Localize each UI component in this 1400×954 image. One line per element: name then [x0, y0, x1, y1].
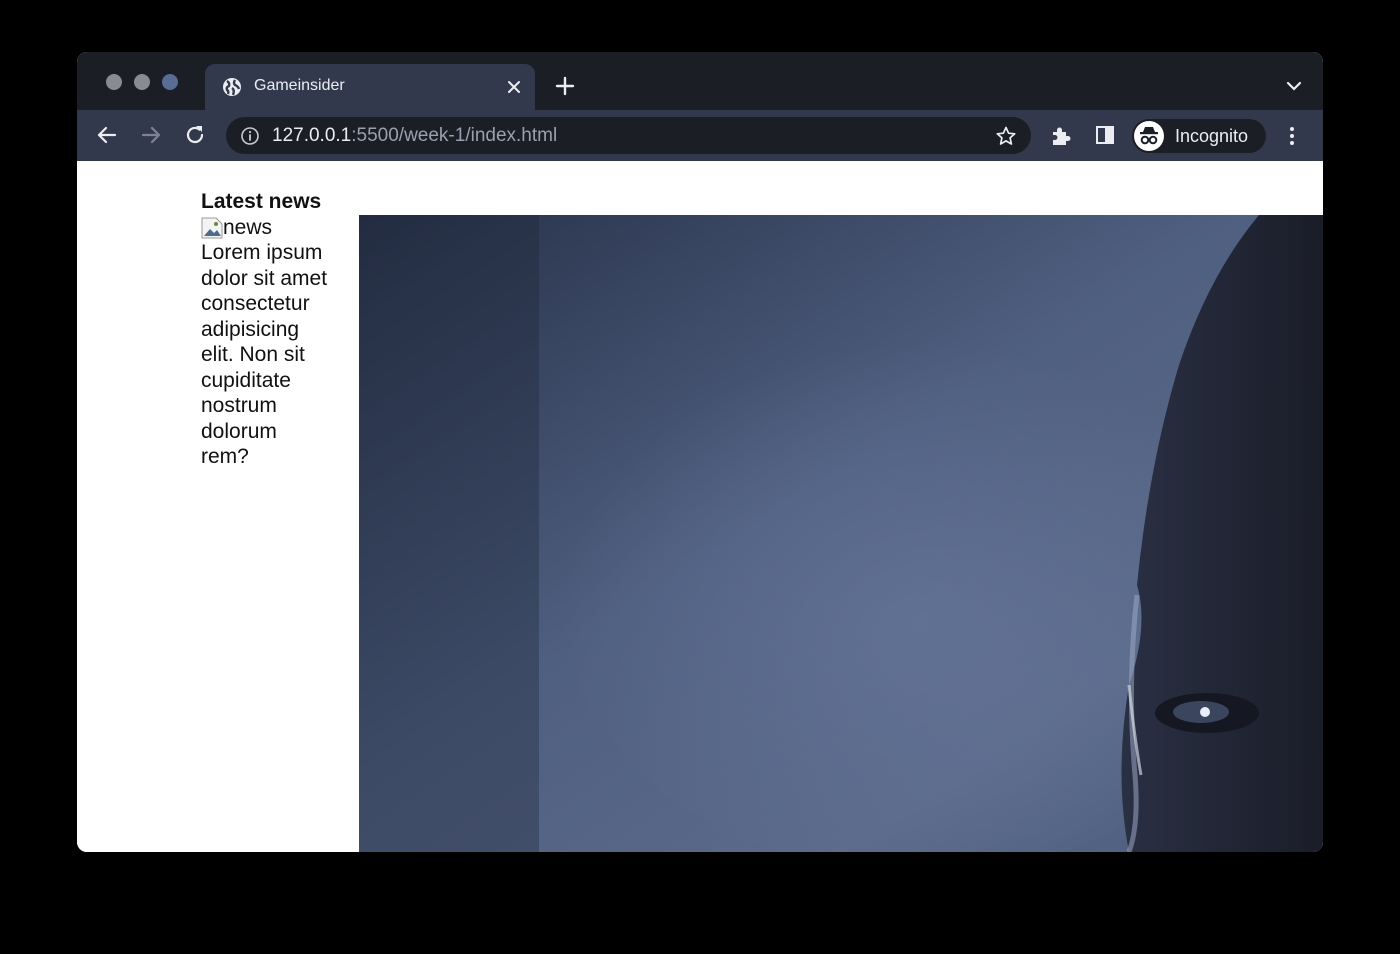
address-bar[interactable]: 127.0.0.1:5500/week-1/index.html: [226, 117, 1031, 154]
extensions-icon[interactable]: [1049, 124, 1073, 148]
new-tab-button[interactable]: [554, 75, 576, 97]
hero-image: [359, 215, 1323, 852]
news-image: news: [201, 215, 341, 240]
broken-image-icon: [201, 217, 223, 238]
tab-strip: Gameinsider: [77, 52, 1323, 110]
url-path: :5500/week-1/index.html: [351, 125, 558, 146]
tab-title: Gameinsider: [254, 77, 345, 94]
news-section: Latest news news Lorem ipsum dolor sit a…: [201, 188, 341, 470]
url-text[interactable]: 127.0.0.1:5500/week-1/index.html: [272, 125, 557, 147]
browser-window: Gameinsider 127.0.0.1:5500/week-1/index.…: [77, 52, 1323, 852]
minimize-window-button[interactable]: [134, 74, 150, 90]
profile-button[interactable]: Incognito: [1132, 119, 1266, 153]
page-content: Latest news news Lorem ipsum dolor sit a…: [77, 161, 1323, 852]
profile-label: Incognito: [1175, 126, 1249, 146]
info-icon[interactable]: [240, 126, 260, 146]
back-button[interactable]: [94, 122, 120, 148]
incognito-icon: [1134, 121, 1164, 151]
bookmark-star-icon[interactable]: [995, 125, 1017, 147]
chevron-down-icon[interactable]: [1285, 79, 1303, 93]
browser-toolbar: 127.0.0.1:5500/week-1/index.html Incogni…: [77, 110, 1323, 161]
news-body-text: Lorem ipsum dolor sit amet consectetur a…: [201, 241, 328, 468]
globe-icon: [223, 78, 241, 96]
forward-button[interactable]: [138, 122, 164, 148]
url-host: 127.0.0.1: [272, 125, 352, 146]
close-window-button[interactable]: [106, 74, 122, 90]
news-image-alt-text: news: [223, 216, 273, 239]
close-icon[interactable]: [505, 78, 523, 96]
news-heading: Latest news: [201, 190, 322, 213]
menu-icon[interactable]: [1282, 124, 1302, 148]
tab-gameinsider[interactable]: Gameinsider: [205, 64, 535, 110]
zoom-window-button[interactable]: [162, 74, 178, 90]
side-panel-icon[interactable]: [1095, 125, 1115, 145]
reload-button[interactable]: [182, 122, 208, 148]
